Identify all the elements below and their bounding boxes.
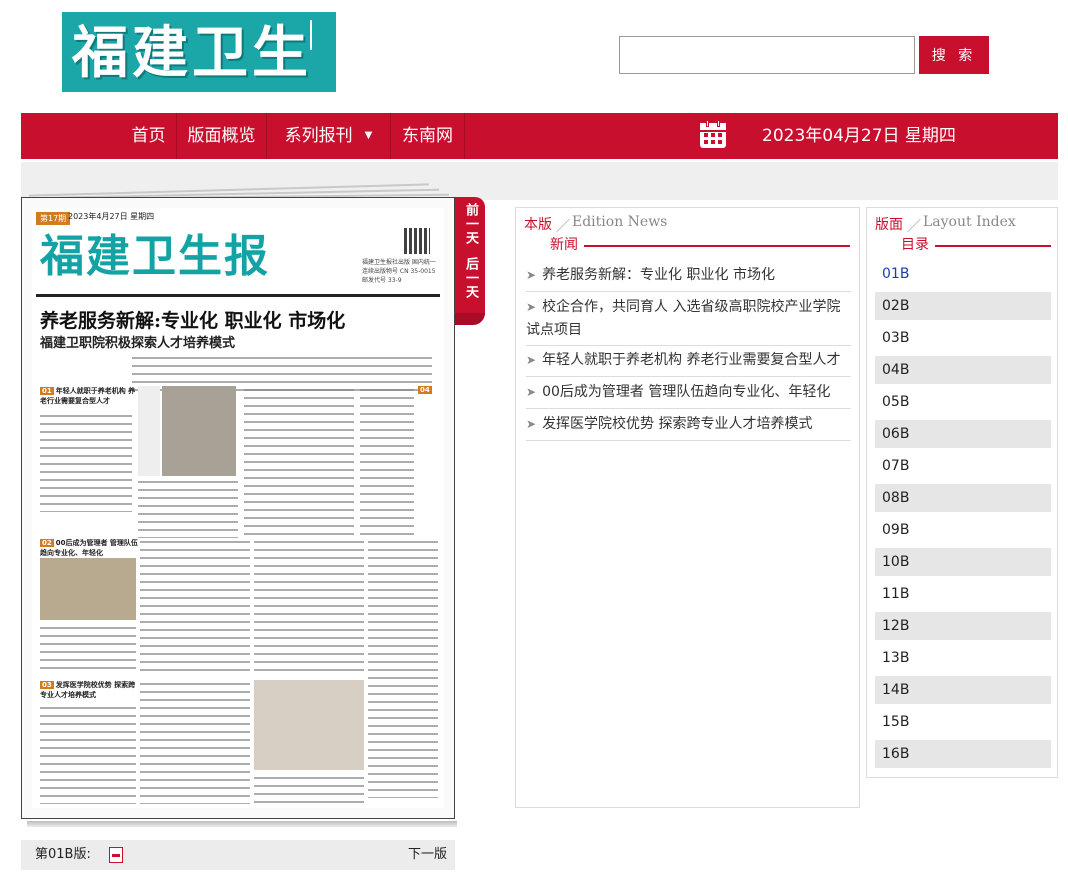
- arrow-right-icon: ➤: [526, 385, 537, 399]
- layout-index-item[interactable]: 13B: [875, 644, 1051, 672]
- arrow-right-icon: ➤: [526, 268, 537, 282]
- panel-title-cn: 版面: [875, 217, 903, 233]
- calendar-icon[interactable]: [700, 120, 726, 148]
- panel-divider: ／: [907, 219, 921, 235]
- paper-body-text: [40, 412, 132, 512]
- news-item[interactable]: ➤ 00后成为管理者 管理队伍趋向专业化、年轻化: [526, 381, 851, 404]
- logo-seal-icon: [310, 20, 328, 50]
- newspaper-page-image[interactable]: 第17期 2023年4月27日 星期四 福建卫生报 福建卫生报社出版 国内统一连…: [21, 197, 455, 819]
- nav-series-dropdown[interactable]: 系列报刊 ▼: [267, 113, 391, 159]
- panel-subtitle-cn: 目录: [901, 237, 929, 253]
- prev-day-link[interactable]: 前一天: [455, 203, 485, 253]
- panel-divider: ／: [556, 219, 570, 235]
- panel-header: 本版 ／ Edition News 新闻: [524, 214, 854, 253]
- nav-series-label: 系列报刊: [284, 126, 353, 146]
- paper-masthead: 福建卫生报: [40, 231, 270, 282]
- layout-index-item[interactable]: 14B: [875, 676, 1051, 704]
- panel-title-en: Layout Index: [923, 214, 1016, 230]
- panel-underline: [584, 245, 850, 247]
- next-page-link[interactable]: 下一版: [408, 840, 447, 870]
- edition-news-panel: 本版 ／ Edition News 新闻 ➤ 养老服务新解：专业化 职业化 市场化…: [515, 207, 860, 808]
- paper-vertical-title: [138, 386, 160, 476]
- caret-down-icon: ▼: [364, 130, 373, 141]
- panel-title-en: Edition News: [572, 214, 668, 230]
- paper-body-text: [368, 538, 438, 798]
- next-day-link[interactable]: 后一天: [455, 257, 485, 307]
- paper-body-text: [138, 478, 238, 538]
- layout-index-item[interactable]: 05B: [875, 388, 1051, 416]
- paper-photo-1: [162, 386, 236, 476]
- nav-home[interactable]: 首页: [121, 113, 177, 159]
- paper-body-text: [140, 538, 250, 674]
- layout-index-item[interactable]: 08B: [875, 484, 1051, 512]
- news-item[interactable]: ➤ 校企合作，共同育人 入选省级高职院校产业学院试点项目: [526, 296, 851, 342]
- nav-home-label: 首页: [131, 126, 166, 146]
- paper-body-text: [140, 680, 250, 804]
- paper-photo-2: [40, 558, 136, 620]
- paper-section-1[interactable]: 01 年轻人就职于养老机构 养老行业需要复合型人才: [40, 386, 140, 406]
- page-footer: 第01B版: 下一版: [21, 840, 455, 870]
- layout-index-item[interactable]: 02B: [875, 292, 1051, 320]
- nav-layout-overview-label: 版面概览: [187, 126, 256, 146]
- layout-index-item[interactable]: 06B: [875, 420, 1051, 448]
- nav-southeast-net[interactable]: 东南网: [391, 113, 465, 159]
- layout-index-item[interactable]: 09B: [875, 516, 1051, 544]
- news-item[interactable]: ➤ 发挥医学院校优势 探索跨专业人才培养模式: [526, 413, 851, 436]
- paper-side-section[interactable]: 04: [418, 386, 440, 526]
- qr-code-icon: [404, 228, 430, 254]
- news-item[interactable]: ➤ 年轻人就职于养老机构 养老行业需要复合型人才: [526, 349, 851, 372]
- main-navbar: 首页 版面概览 系列报刊 ▼ 东南网 2023年04月27日 星期四: [21, 113, 1058, 159]
- layout-index-item[interactable]: 10B: [875, 548, 1051, 576]
- paper-body-text: [40, 624, 136, 674]
- paper-sidebar-info: 福建卫生报社出版 国内统一连续出版物号 CN 35-0015 邮发代号 33-9: [362, 259, 436, 284]
- site-logo[interactable]: 福建卫生报: [62, 12, 336, 92]
- layout-index-item[interactable]: 07B: [875, 452, 1051, 480]
- panel-header: 版面 ／ Layout Index 目录: [875, 214, 1051, 253]
- paper-body-text: [40, 704, 136, 804]
- paper-shadow: [27, 821, 457, 827]
- layout-index-item[interactable]: 16B: [875, 740, 1051, 768]
- day-navigation-tab: 前一天 后一天: [455, 197, 485, 315]
- layout-index-item[interactable]: 12B: [875, 612, 1051, 640]
- news-item[interactable]: ➤ 养老服务新解：专业化 职业化 市场化: [526, 264, 851, 287]
- paper-body-text: [254, 774, 364, 804]
- paper-section-2[interactable]: 02 00后成为管理者 管理队伍趋向专业化、年轻化: [40, 538, 140, 558]
- panel-title-cn: 本版: [524, 217, 552, 233]
- paper-date-line: 2023年4月27日 星期四: [68, 212, 155, 221]
- tab-curl: [455, 313, 485, 325]
- arrow-right-icon: ➤: [526, 353, 537, 367]
- paper-section-3[interactable]: 03 发挥医学院校优势 探索跨专业人才培养模式: [40, 680, 140, 700]
- layout-index-item[interactable]: 04B: [875, 356, 1051, 384]
- layout-index-item[interactable]: 01B: [875, 260, 1051, 288]
- logo-text: 福建卫生报: [72, 20, 312, 92]
- panel-subtitle-cn: 新闻: [550, 237, 578, 253]
- paper-subheadline: 福建卫职院积极探索人才培养模式: [40, 336, 236, 351]
- panel-underline: [935, 245, 1051, 247]
- nav-southeast-net-label: 东南网: [402, 126, 453, 146]
- nav-layout-overview[interactable]: 版面概览: [177, 113, 267, 159]
- paper-body-text: [254, 538, 364, 674]
- search-input[interactable]: [619, 36, 915, 74]
- page-stack-strip: [21, 162, 1058, 201]
- layout-index-panel: 版面 ／ Layout Index 目录 01B 02B 03B 04B 05B 06B 0…: [866, 207, 1058, 778]
- paper-body-text: [244, 386, 354, 536]
- paper-body-text: [360, 386, 414, 536]
- arrow-right-icon: ➤: [526, 417, 537, 431]
- paper-photo-3: [254, 680, 364, 770]
- current-page-label: 第01B版:: [35, 847, 91, 862]
- layout-index-item[interactable]: 03B: [875, 324, 1051, 352]
- layout-index-item[interactable]: 15B: [875, 708, 1051, 736]
- paper-rule: [36, 294, 440, 297]
- current-date: 2023年04月27日 星期四: [762, 126, 956, 146]
- layout-index-item[interactable]: 11B: [875, 580, 1051, 608]
- paper-headline[interactable]: 养老服务新解:专业化 职业化 市场化: [40, 306, 345, 333]
- search-button[interactable]: 搜 索: [919, 36, 989, 74]
- pdf-icon[interactable]: [109, 847, 123, 863]
- arrow-right-icon: ➤: [526, 300, 537, 314]
